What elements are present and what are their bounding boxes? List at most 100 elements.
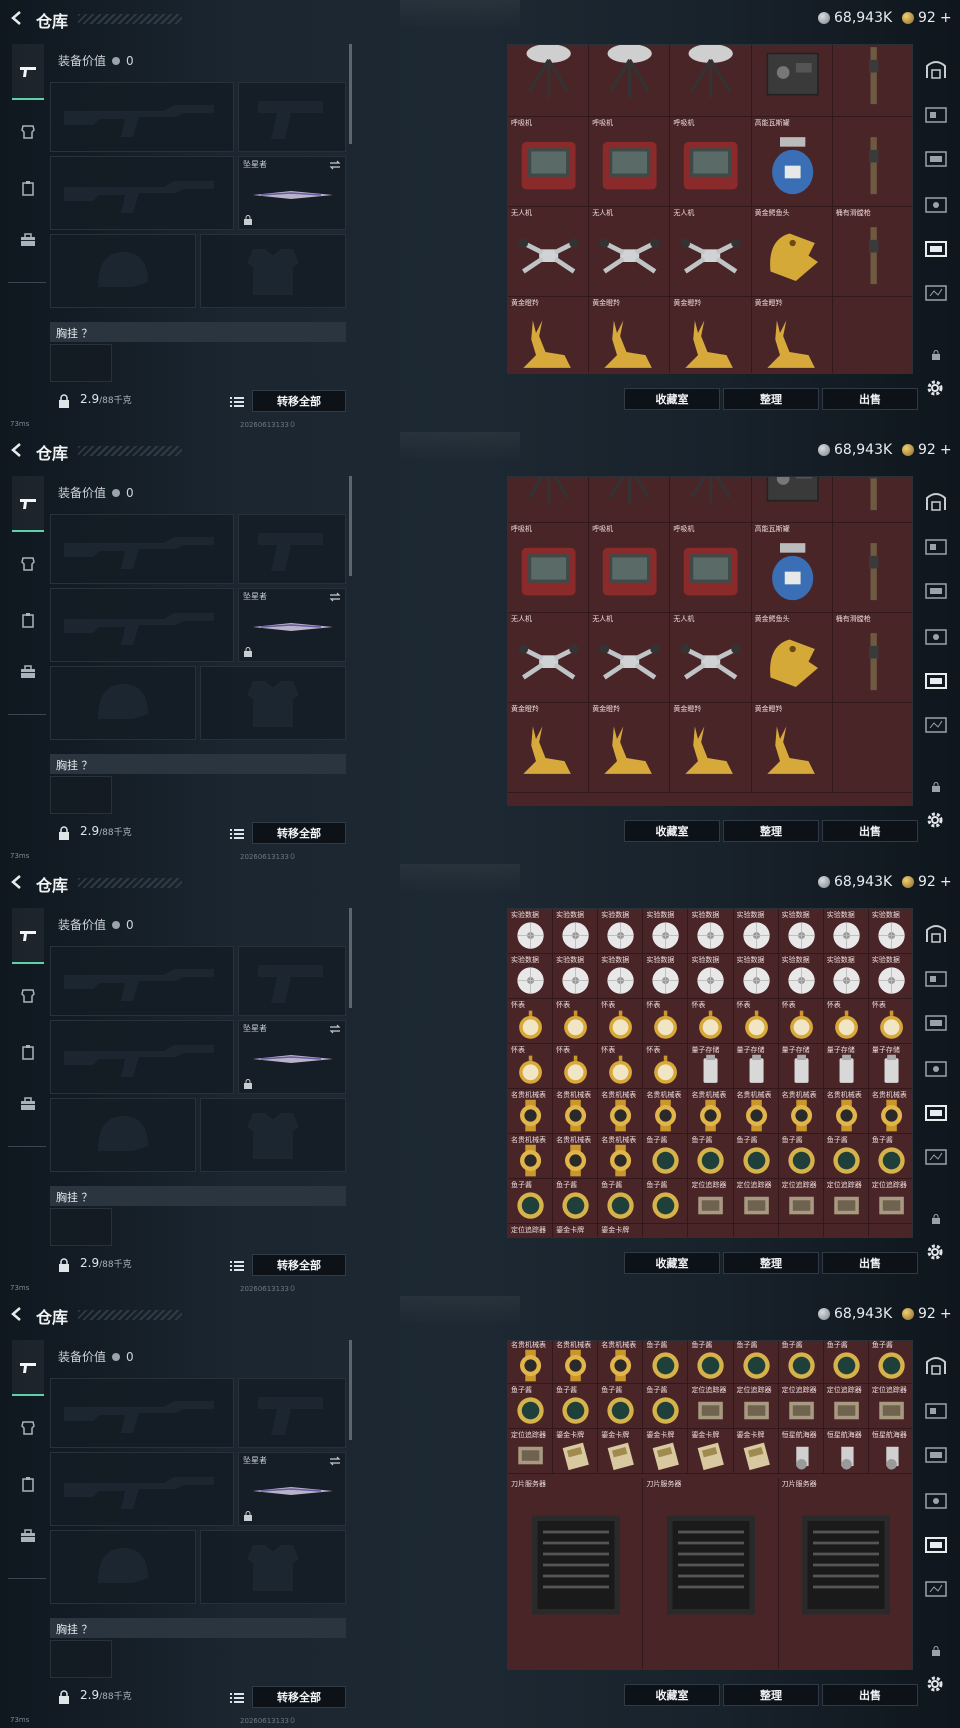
- back-arrow-icon[interactable]: [10, 1307, 24, 1321]
- chest-rig-header[interactable]: 胸挂 ？: [50, 1618, 346, 1638]
- storage-item[interactable]: 黄金瞪羚: [508, 297, 590, 373]
- transfer-all-button[interactable]: 转移全部: [252, 1686, 346, 1708]
- storage-tab-main-icon[interactable]: [923, 920, 949, 946]
- chest-rig-slot[interactable]: [50, 1208, 112, 1246]
- nav-armor[interactable]: [14, 1414, 42, 1442]
- storage-item[interactable]: 量子存储: [868, 1044, 912, 1089]
- storage-item[interactable]: 实验数据: [643, 954, 689, 999]
- storage-item[interactable]: 无人机: [508, 207, 590, 297]
- swap-icon[interactable]: [329, 1456, 341, 1466]
- storage-item[interactable]: 黄金鳄鱼头: [751, 207, 833, 297]
- chest-rig-header[interactable]: 胸挂 ？: [50, 1186, 346, 1206]
- storage-item[interactable]: 鱼子酱: [778, 1341, 824, 1384]
- storage-tab-4-icon[interactable]: [923, 624, 949, 650]
- storage-item[interactable]: [832, 45, 912, 117]
- storage-item[interactable]: 鱼子酱: [733, 1341, 779, 1384]
- storage-item[interactable]: 高能瓦斯罐: [751, 523, 833, 613]
- storage-item[interactable]: 名贵机械表: [508, 1089, 554, 1134]
- storage-item[interactable]: 实验数据: [688, 909, 734, 954]
- storage-item[interactable]: 怀表: [508, 999, 554, 1044]
- storage-item[interactable]: 呼吸机: [508, 523, 590, 613]
- helmet-slot[interactable]: [50, 666, 196, 740]
- storage-tab-5-icon[interactable]: [923, 1532, 949, 1558]
- armor-slot[interactable]: [200, 1530, 346, 1604]
- secondary-weapon-slot[interactable]: [50, 1452, 234, 1526]
- storage-item[interactable]: 无人机: [589, 613, 671, 703]
- storage-item[interactable]: [589, 477, 671, 523]
- storage-item[interactable]: 鎏金卡牌: [598, 1429, 644, 1474]
- pistol-slot[interactable]: [238, 514, 346, 584]
- storage-item[interactable]: 实验数据: [508, 954, 554, 999]
- storage-tab-2-icon[interactable]: [923, 966, 949, 992]
- storage-item[interactable]: [688, 1224, 734, 1237]
- storage-item[interactable]: [589, 45, 671, 117]
- storage-item[interactable]: 怀表: [688, 999, 734, 1044]
- secondary-weapon-slot[interactable]: [50, 156, 234, 230]
- storage-item[interactable]: 无人机: [670, 207, 752, 297]
- storage-item[interactable]: 高能瓦斯罐: [751, 117, 833, 207]
- melee-slot[interactable]: 坠星者: [238, 1452, 346, 1526]
- storage-item[interactable]: 鎏金卡牌: [598, 1224, 644, 1237]
- nav-valuables[interactable]: [14, 226, 42, 254]
- pistol-slot[interactable]: [238, 946, 346, 1016]
- storage-item[interactable]: 名贵机械表: [598, 1341, 644, 1384]
- storage-item[interactable]: [833, 297, 912, 373]
- storage-item[interactable]: 怀表: [598, 999, 644, 1044]
- storage-item[interactable]: 恒星航海器: [778, 1429, 824, 1474]
- pistol-slot[interactable]: [238, 1378, 346, 1448]
- storage-item[interactable]: 实验数据: [778, 909, 824, 954]
- storage-item[interactable]: 怀表: [553, 999, 599, 1044]
- back-arrow-icon[interactable]: [10, 11, 24, 25]
- storage-item[interactable]: 鱼子酱: [643, 1179, 689, 1224]
- storage-item[interactable]: [734, 1224, 779, 1237]
- storage-tab-5-icon[interactable]: [923, 236, 949, 262]
- storage-tab-6-icon[interactable]: [923, 1144, 949, 1170]
- storage-item[interactable]: 恒星航海器: [823, 1429, 869, 1474]
- settings-gear-icon[interactable]: [925, 1242, 945, 1262]
- storage-tab-3-icon[interactable]: [923, 146, 949, 172]
- storage-item[interactable]: [751, 45, 833, 117]
- storage-item[interactable]: 黄金瞪羚: [752, 297, 833, 373]
- swap-icon[interactable]: [329, 592, 341, 602]
- storage-item[interactable]: 名贵机械表: [508, 1134, 554, 1179]
- storage-item[interactable]: 黄金瞪羚: [589, 703, 671, 793]
- storage-item[interactable]: 名贵机械表: [553, 1089, 599, 1134]
- storage-item[interactable]: 定位追踪器: [688, 1179, 734, 1224]
- nav-valuables[interactable]: [14, 1090, 42, 1118]
- storage-item[interactable]: 黄金瞪羚: [589, 297, 671, 373]
- storage-item[interactable]: 怀表: [598, 1044, 644, 1089]
- storage-item[interactable]: 鱼子酱: [508, 1384, 554, 1429]
- sell-button[interactable]: 出售: [822, 1252, 918, 1274]
- storage-item[interactable]: 恒星航海器: [868, 1429, 912, 1474]
- storage-item[interactable]: 鱼子酱: [688, 1341, 734, 1384]
- storage-item[interactable]: 鎏金卡牌: [553, 1429, 599, 1474]
- primary-weapon-slot[interactable]: [50, 1378, 234, 1448]
- storage-item[interactable]: 无人机: [508, 613, 590, 703]
- storage-item[interactable]: 鱼子酱: [688, 1134, 734, 1179]
- melee-slot[interactable]: 坠星者: [238, 588, 346, 662]
- chest-rig-header[interactable]: 胸挂 ？: [50, 754, 346, 774]
- equipment-scrollbar[interactable]: [349, 1340, 352, 1440]
- sell-button[interactable]: 出售: [822, 1684, 918, 1706]
- nav-weapons[interactable]: [12, 1340, 44, 1396]
- storage-item[interactable]: [832, 703, 912, 793]
- storage-item[interactable]: 名贵机械表: [508, 1341, 554, 1384]
- storage-tab-3-icon[interactable]: [923, 1442, 949, 1468]
- storage-item[interactable]: 名贵机械表: [553, 1134, 599, 1179]
- nav-armor[interactable]: [14, 982, 42, 1010]
- armor-slot[interactable]: [200, 234, 346, 308]
- storage-item[interactable]: [751, 477, 833, 523]
- storage-item[interactable]: 定位追踪器: [778, 1179, 824, 1224]
- add-token-button[interactable]: +: [940, 442, 952, 458]
- sell-button[interactable]: 出售: [822, 820, 918, 842]
- storage-item[interactable]: 黄金鳄鱼头: [751, 613, 833, 703]
- storage-tab-2-icon[interactable]: [923, 1398, 949, 1424]
- storage-item[interactable]: [779, 1224, 824, 1237]
- chest-rig-slot[interactable]: [50, 776, 112, 814]
- secondary-weapon-slot[interactable]: [50, 588, 234, 662]
- storage-item[interactable]: 呼吸机: [589, 117, 671, 207]
- storage-item[interactable]: 实验数据: [823, 954, 869, 999]
- storage-item[interactable]: 鱼子酱: [508, 1179, 554, 1224]
- melee-slot[interactable]: 坠星者: [238, 1020, 346, 1094]
- settings-gear-icon[interactable]: [925, 810, 945, 830]
